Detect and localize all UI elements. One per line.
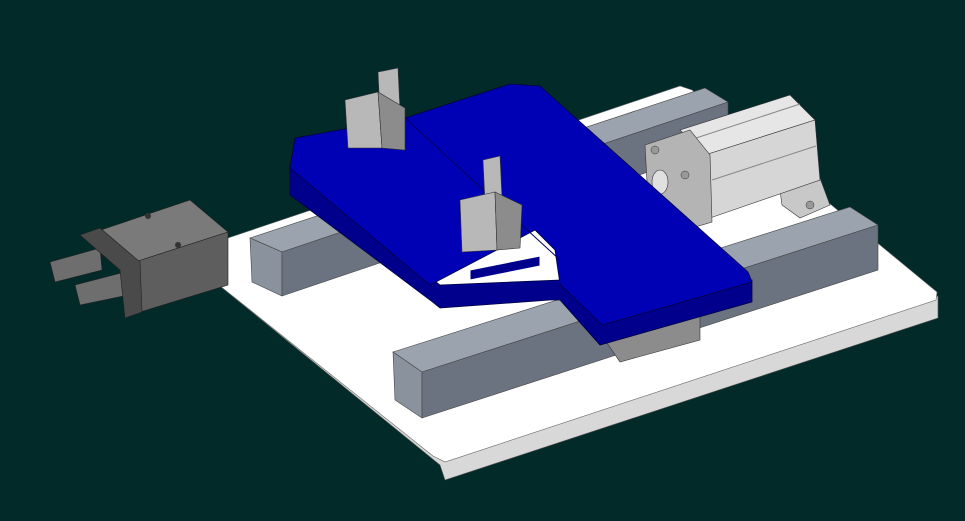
- parallel-gripper[interactable]: [49, 199, 229, 319]
- locating-pin[interactable]: [344, 67, 406, 151]
- pin-block-side: [377, 91, 406, 151]
- cylinder-bolt: [805, 200, 815, 210]
- cylinder-bolt: [650, 145, 660, 155]
- pin-block-front: [344, 91, 383, 149]
- gripper-hole: [145, 213, 151, 219]
- cad-model-canvas[interactable]: [0, 0, 965, 521]
- cad-viewport[interactable]: [0, 0, 965, 521]
- pin-block-front: [459, 191, 498, 253]
- cylinder-bolt: [680, 170, 690, 180]
- gripper-jaw: [74, 271, 129, 306]
- gripper-jaw: [49, 247, 103, 283]
- gripper-hole: [175, 242, 181, 248]
